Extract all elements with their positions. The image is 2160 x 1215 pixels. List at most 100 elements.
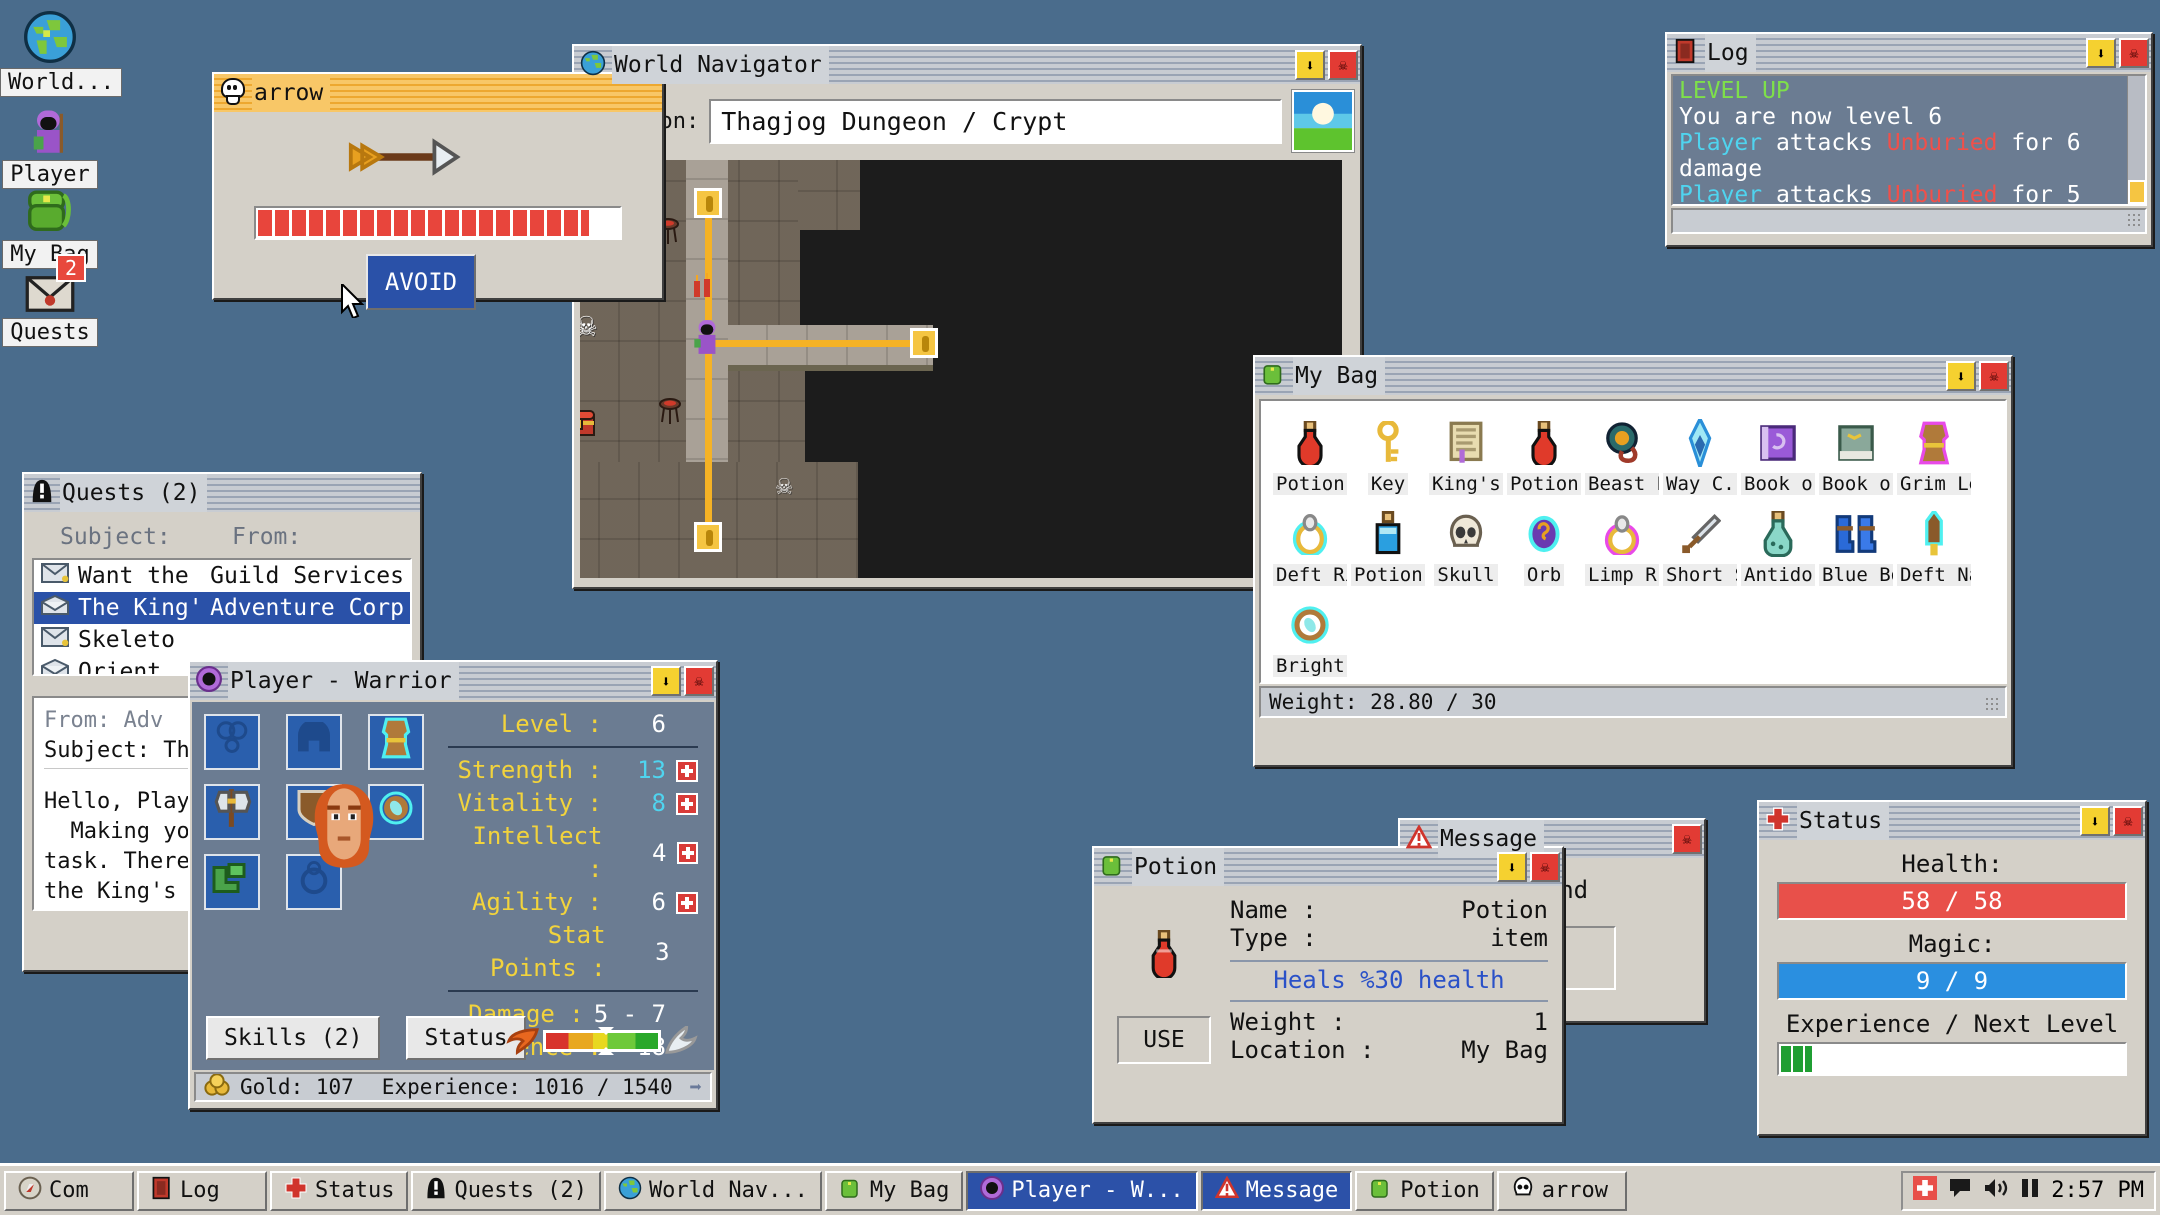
equip-slot-boots[interactable] xyxy=(204,854,260,910)
close-button[interactable]: ☠ xyxy=(1530,852,1560,882)
door-south[interactable] xyxy=(694,522,722,552)
speaker-icon[interactable] xyxy=(1983,1177,2009,1205)
skills-button[interactable]: Skills (2) xyxy=(206,1016,380,1060)
window-controls[interactable]: ⬇ ☠ xyxy=(2086,38,2149,68)
minimize-button[interactable]: ⬇ xyxy=(2086,38,2116,68)
inventory-panel[interactable]: PotionKeyKing's...PotionBeast E...Way C.… xyxy=(1259,399,2007,684)
inventory-item[interactable]: Deft Na... xyxy=(1897,504,1971,591)
door-north[interactable] xyxy=(694,188,722,218)
taskbar-button[interactable]: Potion xyxy=(1355,1171,1493,1211)
inventory-item[interactable]: Antido... xyxy=(1741,504,1815,591)
arrow-window[interactable]: arrow AVOID xyxy=(212,72,664,300)
increase-stat-button[interactable] xyxy=(676,793,698,815)
increase-stat-button[interactable] xyxy=(677,842,699,864)
desktop-icon-world[interactable]: World... xyxy=(0,8,100,97)
quest-row[interactable]: Skeleto xyxy=(34,624,410,656)
desktop-icon-quests[interactable]: 2 Quests xyxy=(0,258,100,347)
player-token[interactable] xyxy=(690,318,724,356)
close-button[interactable]: ☠ xyxy=(1672,824,1702,854)
close-button[interactable]: ☠ xyxy=(1979,361,2009,391)
inventory-item[interactable]: King's... xyxy=(1429,413,1503,500)
minimize-button[interactable]: ⬇ xyxy=(1295,50,1325,80)
inventory-item[interactable]: Key xyxy=(1351,413,1425,500)
quests-titlebar[interactable]: Quests (2) xyxy=(24,474,420,512)
dungeon-map[interactable]: ☠ ☠ ☠ xyxy=(580,160,1342,578)
avoid-button[interactable]: AVOID xyxy=(366,254,476,310)
player-window[interactable]: Player - Warrior ⬇ ☠ xyxy=(188,660,718,1110)
taskbar[interactable]: ComLogStatusQuests (2)World Nav...My Bag… xyxy=(0,1163,2160,1215)
potion-window[interactable]: Potion ⬇ ☠ USE Name :PotionType :item He… xyxy=(1092,846,1564,1124)
world-navigator-window[interactable]: World Navigator ⬇ ☠ Location: Thagjog Du… xyxy=(572,44,1362,589)
taskbar-button[interactable]: Quests (2) xyxy=(411,1171,600,1211)
log-scrollbar[interactable] xyxy=(2127,76,2145,204)
log-body[interactable]: LEVEL UPYou are now level 6Player attack… xyxy=(1671,74,2147,206)
taskbar-button[interactable]: Status xyxy=(270,1171,408,1211)
window-controls[interactable]: ⬇ ☠ xyxy=(1946,361,2009,391)
inventory-item[interactable]: Beast E... xyxy=(1585,413,1659,500)
inventory-item[interactable]: Book o... xyxy=(1819,413,1893,500)
inventory-item[interactable]: Potion xyxy=(1507,413,1581,500)
inventory-item[interactable]: Potion xyxy=(1273,413,1347,500)
status-window[interactable]: Status ⬇ ☠ Health: 58 / 58 Magic: 9 / 9 … xyxy=(1757,800,2147,1136)
window-controls[interactable]: ⬇ ☠ xyxy=(651,666,714,696)
inventory-item[interactable]: Orb xyxy=(1507,504,1581,591)
inventory-item[interactable]: Book o... xyxy=(1741,413,1815,500)
increase-stat-button[interactable] xyxy=(676,760,698,782)
use-button[interactable]: USE xyxy=(1117,1016,1211,1064)
log-window[interactable]: Log ⬇ ☠ LEVEL UPYou are now level 6Playe… xyxy=(1665,32,2153,247)
location-input[interactable]: Thagjog Dungeon / Crypt xyxy=(709,99,1282,144)
taskbar-button[interactable]: Log xyxy=(137,1171,267,1211)
equip-slot-amulet[interactable] xyxy=(204,714,260,770)
taskbar-button[interactable]: Player - W... xyxy=(966,1171,1197,1211)
chat-balloon-icon[interactable] xyxy=(1948,1177,1972,1205)
taskbar-button[interactable]: Message xyxy=(1201,1171,1353,1211)
inventory-item[interactable]: Blue Bo... xyxy=(1819,504,1893,591)
minimize-button[interactable]: ⬇ xyxy=(1497,852,1527,882)
equip-slot-weapon[interactable] xyxy=(204,784,260,840)
minimize-button[interactable]: ⬇ xyxy=(651,666,681,696)
quests-list[interactable]: Want the best deal ...Guild ServicesThe … xyxy=(32,558,412,676)
increase-stat-button[interactable] xyxy=(676,892,698,914)
close-button[interactable]: ☠ xyxy=(2113,806,2143,836)
player-titlebar[interactable]: Player - Warrior ⬇ ☠ xyxy=(190,662,716,700)
world-navigator-titlebar[interactable]: World Navigator ⬇ ☠ xyxy=(574,46,1360,84)
window-controls[interactable]: ⬇ ☠ xyxy=(1497,852,1560,882)
taskbar-button[interactable]: Com xyxy=(4,1171,134,1211)
equip-slot-armor[interactable] xyxy=(368,714,424,770)
inventory-item[interactable]: Potion... xyxy=(1351,504,1425,591)
quest-row[interactable]: Want the best deal ...Guild Services xyxy=(34,560,410,592)
close-button[interactable]: ☠ xyxy=(684,666,714,696)
close-button[interactable]: ☠ xyxy=(2119,38,2149,68)
status-titlebar[interactable]: Status ⬇ ☠ xyxy=(1759,802,2145,840)
my-bag-window[interactable]: My Bag ⬇ ☠ PotionKeyKing's...PotionBeast… xyxy=(1253,355,2013,767)
resize-grip[interactable] xyxy=(1985,697,2001,713)
window-controls[interactable]: ⬇ ☠ xyxy=(1295,50,1358,80)
minimize-button[interactable]: ⬇ xyxy=(2080,806,2110,836)
taskbar-button[interactable]: arrow xyxy=(1497,1171,1627,1211)
pause-icon[interactable] xyxy=(2020,1177,2040,1205)
sun-landscape-thumbnail[interactable] xyxy=(1292,90,1354,152)
taskbar-button[interactable]: World Nav... xyxy=(604,1171,822,1211)
inventory-item[interactable]: Deft Ri... xyxy=(1273,504,1347,591)
door-east[interactable] xyxy=(910,328,938,358)
desktop-icon-player[interactable]: Player xyxy=(0,100,100,189)
inventory-item[interactable]: Bright R... xyxy=(1273,595,1347,682)
treasure-chest-icon[interactable] xyxy=(580,405,596,442)
close-button[interactable]: ☠ xyxy=(1328,50,1358,80)
minimize-button[interactable]: ⬇ xyxy=(1946,361,1976,391)
window-controls[interactable]: ☠ xyxy=(1672,824,1702,854)
inventory-item[interactable]: Grim Le... xyxy=(1897,413,1971,500)
speed-slider-icon[interactable] xyxy=(506,1026,698,1056)
inventory-item[interactable]: Limp R... xyxy=(1585,504,1659,591)
red-cross-tray-icon[interactable] xyxy=(1913,1176,1937,1206)
taskbar-button[interactable]: My Bag xyxy=(825,1171,963,1211)
log-titlebar[interactable]: Log ⬇ ☠ xyxy=(1667,34,2151,72)
inventory-item[interactable]: Skull xyxy=(1429,504,1503,591)
inventory-item[interactable]: Short S... xyxy=(1663,504,1737,591)
next-arrow-icon[interactable]: ➡ xyxy=(689,1075,702,1099)
my-bag-titlebar[interactable]: My Bag ⬇ ☠ xyxy=(1255,357,2011,395)
window-controls[interactable]: ⬇ ☠ xyxy=(2080,806,2143,836)
quest-row[interactable]: The King's CastleAdventure Corp xyxy=(34,592,410,624)
inventory-item[interactable]: Way C... xyxy=(1663,413,1737,500)
equip-slot-helmet[interactable] xyxy=(286,714,342,770)
